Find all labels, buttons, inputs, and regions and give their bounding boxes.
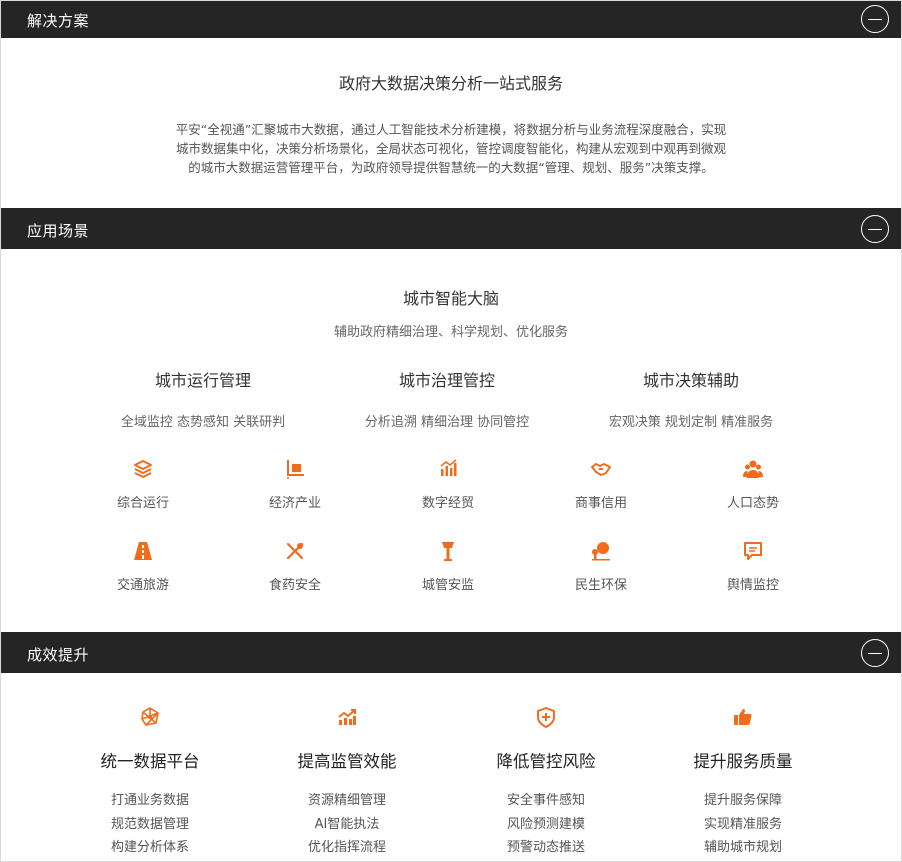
- scenario-column: 城市决策辅助 宏观决策 规划定制 精准服务: [581, 367, 801, 430]
- description-line: 城市数据集中化，决策分析场景化，全局状态可视化，管控调度智能化，构建从宏观到中观…: [175, 141, 726, 156]
- effect-item: 实现精准服务: [703, 816, 782, 832]
- section-header-scenario[interactable]: 应用场景: [1, 208, 901, 249]
- layers-icon: [132, 458, 154, 480]
- scenario-item-label: 商事信用: [574, 496, 627, 511]
- effect-item: 辅助城市规划: [703, 840, 782, 855]
- section-title: 应用场景: [27, 222, 90, 240]
- network-icon: [139, 706, 161, 728]
- scenario-item[interactable]: 民生环保: [541, 540, 661, 593]
- scenario-item[interactable]: 食药安全: [235, 540, 355, 593]
- effect-item: 构建分析体系: [110, 840, 189, 855]
- road-icon: [132, 540, 154, 562]
- scenario-item[interactable]: 人口态势: [693, 458, 813, 511]
- scenario-item-label: 食药安全: [268, 578, 321, 593]
- effect-card: 降低管控风险 安全事件感知 风险预测建模 预警动态推送: [466, 706, 626, 860]
- fork-knife-icon: [284, 540, 306, 562]
- scenario-item[interactable]: 经济产业: [235, 458, 355, 511]
- section-header-effect[interactable]: 成效提升: [1, 632, 901, 673]
- scenario-item-label: 数字经贸: [421, 496, 474, 511]
- scenario-item-label: 城管安监: [421, 578, 474, 593]
- section-title: 解决方案: [27, 12, 90, 30]
- column-subtitle: 宏观决策 规划定制 精准服务: [608, 415, 774, 430]
- people-icon: [742, 458, 764, 480]
- lamp-icon: [437, 540, 459, 562]
- collapse-icon[interactable]: [861, 215, 889, 243]
- solution-description: 平安“全视通”汇聚城市大数据，通过人工智能技术分析建模，将数据分析与业务流程深度…: [126, 120, 776, 177]
- shield-plus-icon: [535, 706, 557, 728]
- thumbs-up-icon: [732, 706, 754, 728]
- effect-card: 提升服务质量 提升服务保障 实现精准服务 辅助城市规划: [663, 706, 823, 860]
- scenario-column: 城市治理管控 分析追溯 精细治理 协同管控: [337, 367, 557, 430]
- collapse-icon[interactable]: [861, 639, 889, 667]
- effect-item: 规范数据管理: [110, 816, 189, 832]
- effect-title: 统一数据平台: [100, 752, 200, 771]
- effect-item: 风险预测建模: [506, 816, 585, 832]
- effect-item: 打通业务数据: [110, 793, 189, 808]
- scenario-item[interactable]: 数字经贸: [388, 458, 508, 511]
- effect-item: 安全事件感知: [506, 793, 585, 808]
- effect-item: 优化指挥流程: [307, 840, 386, 855]
- tree-icon: [590, 540, 612, 562]
- chat-icon: [742, 540, 764, 562]
- scenario-column: 城市运行管理 全域监控 态势感知 关联研判: [93, 367, 313, 430]
- column-title: 城市运行管理: [154, 371, 251, 390]
- effect-card: 统一数据平台 打通业务数据 规范数据管理 构建分析体系: [70, 706, 230, 860]
- brain-title: 城市智能大脑: [402, 289, 499, 308]
- effect-title: 提升服务质量: [693, 752, 793, 771]
- economy-chart-icon: [284, 458, 306, 480]
- section-header-solution[interactable]: 解决方案: [1, 1, 901, 38]
- effect-item: AI智能执法: [314, 816, 380, 832]
- solution-heading: 政府大数据决策分析一站式服务: [338, 74, 563, 93]
- scenario-item[interactable]: 舆情监控: [693, 540, 813, 593]
- scenario-item-label: 人口态势: [726, 496, 779, 511]
- section-title: 成效提升: [27, 646, 90, 664]
- scenario-item[interactable]: 城管安监: [388, 540, 508, 593]
- scenario-item-label: 综合运行: [116, 496, 169, 511]
- bar-chart-icon: [437, 458, 459, 480]
- column-subtitle: 全域监控 态势感知 关联研判: [120, 415, 286, 430]
- effect-title: 降低管控风险: [496, 752, 596, 771]
- description-line: 平安“全视通”汇聚城市大数据，通过人工智能技术分析建模，将数据分析与业务流程深度…: [175, 122, 727, 137]
- effect-item: 资源精细管理: [307, 793, 386, 808]
- effect-title: 提高监管效能: [297, 752, 397, 771]
- column-title: 城市治理管控: [398, 371, 495, 390]
- effect-item: 预警动态推送: [506, 840, 585, 855]
- trend-chart-icon: [336, 706, 358, 728]
- scenario-item-label: 交通旅游: [116, 578, 169, 593]
- handshake-icon: [590, 458, 612, 480]
- collapse-icon[interactable]: [861, 5, 889, 33]
- effect-card: 提高监管效能 资源精细管理 AI智能执法 优化指挥流程: [267, 706, 427, 860]
- column-subtitle: 分析追溯 精细治理 协同管控: [364, 415, 530, 430]
- scenario-item-label: 经济产业: [268, 496, 321, 511]
- scenario-item[interactable]: 交通旅游: [83, 540, 203, 593]
- scenario-item-label: 民生环保: [574, 578, 627, 593]
- scenario-item-label: 舆情监控: [726, 578, 779, 593]
- brain-subtitle: 辅助政府精细治理、科学规划、优化服务: [333, 325, 568, 340]
- effect-item: 提升服务保障: [703, 793, 782, 808]
- scenario-item[interactable]: 商事信用: [541, 458, 661, 511]
- column-title: 城市决策辅助: [642, 371, 739, 390]
- description-line: 的城市大数据运营管理平台，为政府领导提供智慧统一的大数据“管理、规划、服务”决策…: [188, 160, 714, 175]
- scenario-item[interactable]: 综合运行: [83, 458, 203, 511]
